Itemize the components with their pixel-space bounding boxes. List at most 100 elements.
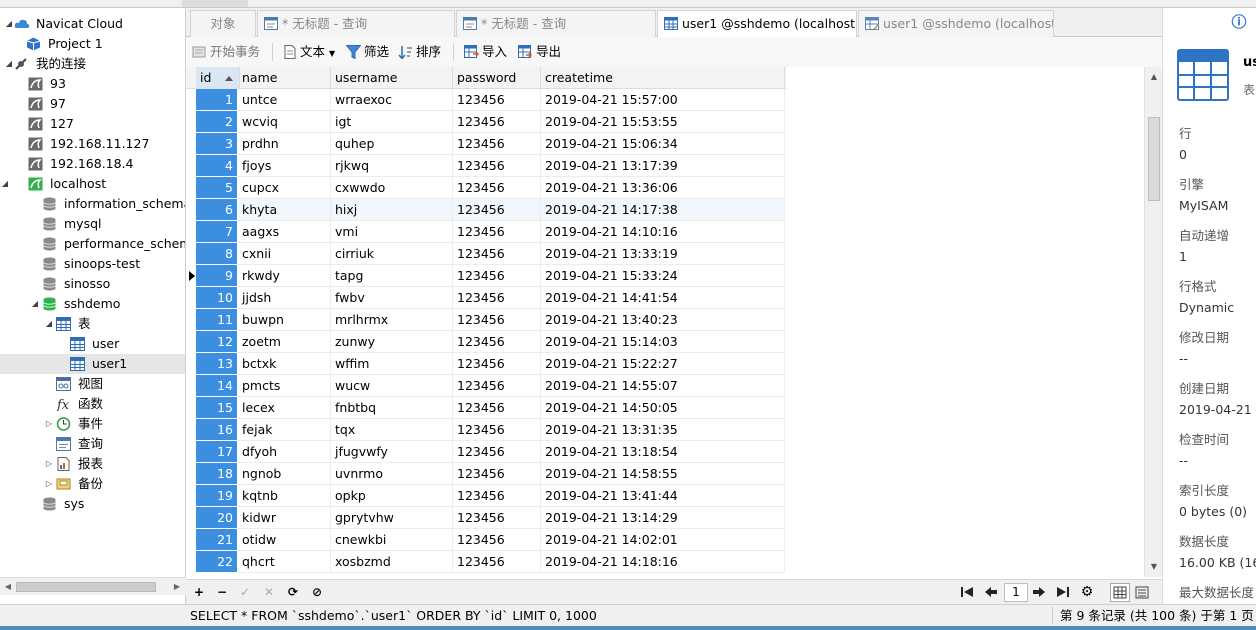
grid-cell-id[interactable]: 1 xyxy=(196,89,238,111)
grid-cell-username[interactable]: fnbtbq xyxy=(331,397,453,419)
tree-item[interactable]: 97 xyxy=(0,94,185,114)
grid-cell-id[interactable]: 5 xyxy=(196,177,238,199)
export-button[interactable]: 导出 xyxy=(518,37,561,67)
grid-cell-id[interactable]: 11 xyxy=(196,309,238,331)
grid-cell-password[interactable]: 123456 xyxy=(453,397,541,419)
grid-cell-createtime[interactable]: 2019-04-21 14:50:05 xyxy=(541,397,785,419)
grid-cell-createtime[interactable]: 2019-04-21 13:31:35 xyxy=(541,419,785,441)
grid-cell-id[interactable]: 21 xyxy=(196,529,238,551)
tree-item[interactable]: ▷ 备份 xyxy=(0,474,185,494)
grid-cell-createtime[interactable]: 2019-04-21 13:36:06 xyxy=(541,177,785,199)
grid-cell-createtime[interactable]: 2019-04-21 13:40:23 xyxy=(541,309,785,331)
grid-cell-createtime[interactable]: 2019-04-21 15:22:27 xyxy=(541,353,785,375)
tree-item[interactable]: sinoops-test xyxy=(0,254,185,274)
next-page-icon[interactable] xyxy=(1030,583,1048,601)
grid-cell-createtime[interactable]: 2019-04-21 14:18:16 xyxy=(541,551,785,573)
grid-cell-createtime[interactable]: 2019-04-21 15:53:55 xyxy=(541,111,785,133)
grid-cell-name[interactable]: wcviq xyxy=(238,111,331,133)
grid-cell-username[interactable]: tqx xyxy=(331,419,453,441)
collapse-arrow-icon[interactable]: ▷ xyxy=(44,414,54,434)
grid-cell-password[interactable]: 123456 xyxy=(453,199,541,221)
grid-cell-username[interactable]: cirriuk xyxy=(331,243,453,265)
grid-cell-username[interactable]: wucw xyxy=(331,375,453,397)
grid-cell-name[interactable]: fjoys xyxy=(238,155,331,177)
grid-vertical-scrollbar[interactable]: ▲ ▼ xyxy=(1144,67,1162,577)
grid-cell-password[interactable]: 123456 xyxy=(453,485,541,507)
grid-cell-createtime[interactable]: 2019-04-21 15:06:34 xyxy=(541,133,785,155)
grid-cell-id[interactable]: 6 xyxy=(196,199,238,221)
grid-cell-createtime[interactable]: 2019-04-21 14:10:16 xyxy=(541,221,785,243)
grid-cell-name[interactable]: ngnob xyxy=(238,463,331,485)
grid-cell-id[interactable]: 10 xyxy=(196,287,238,309)
grid-cell-id[interactable]: 3 xyxy=(196,133,238,155)
grid-cell-name[interactable]: untce xyxy=(238,89,331,111)
grid-cell-username[interactable]: tapg xyxy=(331,265,453,287)
filter-button[interactable]: 筛选 xyxy=(345,37,389,67)
tree-item[interactable]: user1 xyxy=(0,354,185,374)
discard-changes-button[interactable]: ✕ xyxy=(260,583,278,601)
scroll-right-arrow-icon[interactable]: ▶ xyxy=(170,580,184,594)
refresh-button[interactable]: ⟳ xyxy=(284,583,302,601)
tree-item[interactable]: 127 xyxy=(0,114,185,134)
grid-cell-username[interactable]: uvnrmo xyxy=(331,463,453,485)
grid-cell-username[interactable]: mrlhrmx xyxy=(331,309,453,331)
grid-cell-id[interactable]: 20 xyxy=(196,507,238,529)
grid-cell-name[interactable]: lecex xyxy=(238,397,331,419)
tab-query-2[interactable]: * 无标题 - 查询 xyxy=(456,10,656,37)
column-header-password[interactable]: password xyxy=(453,67,541,89)
tree-item[interactable]: ▷ 事件 xyxy=(0,414,185,434)
grid-cell-username[interactable]: jfugvwfy xyxy=(331,441,453,463)
grid-cell-name[interactable]: rkwdy xyxy=(238,265,331,287)
grid-cell-password[interactable]: 123456 xyxy=(453,89,541,111)
grid-cell-password[interactable]: 123456 xyxy=(453,309,541,331)
grid-cell-id[interactable]: 19 xyxy=(196,485,238,507)
grid-cell-createtime[interactable]: 2019-04-21 13:33:19 xyxy=(541,243,785,265)
grid-cell-createtime[interactable]: 2019-04-21 14:41:54 xyxy=(541,287,785,309)
grid-cell-id[interactable]: 13 xyxy=(196,353,238,375)
tree-item[interactable]: mysql xyxy=(0,214,185,234)
begin-transaction-button[interactable]: 开始事务 xyxy=(192,37,260,67)
grid-cell-createtime[interactable]: 2019-04-21 15:33:24 xyxy=(541,265,785,287)
grid-cell-name[interactable]: khyta xyxy=(238,199,331,221)
add-record-button[interactable]: + xyxy=(190,583,208,601)
grid-cell-password[interactable]: 123456 xyxy=(453,221,541,243)
form-view-toggle[interactable] xyxy=(1132,583,1152,602)
grid-cell-name[interactable]: jjdsh xyxy=(238,287,331,309)
grid-cell-password[interactable]: 123456 xyxy=(453,177,541,199)
tree-item[interactable]: user xyxy=(0,334,185,354)
tree-item[interactable]: Project 1 xyxy=(0,34,185,54)
grid-cell-name[interactable]: aagxs xyxy=(238,221,331,243)
grid-cell-id[interactable]: 15 xyxy=(196,397,238,419)
grid-cell-username[interactable]: quhep xyxy=(331,133,453,155)
grid-cell-password[interactable]: 123456 xyxy=(453,375,541,397)
column-header-name[interactable]: name xyxy=(238,67,331,89)
grid-cell-username[interactable]: cnewkbi xyxy=(331,529,453,551)
last-page-icon[interactable] xyxy=(1054,583,1072,601)
grid-cell-username[interactable]: xosbzmd xyxy=(331,551,453,573)
scroll-down-arrow-icon[interactable]: ▼ xyxy=(1145,559,1163,575)
import-button[interactable]: 导入 xyxy=(464,37,507,67)
grid-cell-id[interactable]: 4 xyxy=(196,155,238,177)
grid-cell-password[interactable]: 123456 xyxy=(453,463,541,485)
grid-cell-createtime[interactable]: 2019-04-21 14:55:07 xyxy=(541,375,785,397)
gear-icon[interactable]: ⚙ xyxy=(1078,583,1096,601)
tree-item[interactable]: ▷ 报表 xyxy=(0,454,185,474)
sort-button[interactable]: 排序 xyxy=(398,37,441,67)
grid-cell-username[interactable]: igt xyxy=(331,111,453,133)
grid-cell-username[interactable]: fwbv xyxy=(331,287,453,309)
tree-item[interactable]: ◢ 表 xyxy=(0,314,185,334)
expand-arrow-icon[interactable]: ◢ xyxy=(30,294,40,314)
grid-cell-password[interactable]: 123456 xyxy=(453,243,541,265)
grid-cell-id[interactable]: 12 xyxy=(196,331,238,353)
column-header-createtime[interactable]: createtime xyxy=(541,67,785,89)
grid-cell-username[interactable]: rjkwq xyxy=(331,155,453,177)
grid-cell-name[interactable]: otidw xyxy=(238,529,331,551)
tree-item[interactable]: sys xyxy=(0,494,185,514)
grid-cell-password[interactable]: 123456 xyxy=(453,111,541,133)
scroll-up-arrow-icon[interactable]: ▲ xyxy=(1145,69,1163,85)
grid-cell-createtime[interactable]: 2019-04-21 13:18:54 xyxy=(541,441,785,463)
tree-item[interactable]: performance_schema xyxy=(0,234,185,254)
grid-cell-createtime[interactable]: 2019-04-21 15:57:00 xyxy=(541,89,785,111)
grid-cell-name[interactable]: cxnii xyxy=(238,243,331,265)
grid-cell-createtime[interactable]: 2019-04-21 13:17:39 xyxy=(541,155,785,177)
